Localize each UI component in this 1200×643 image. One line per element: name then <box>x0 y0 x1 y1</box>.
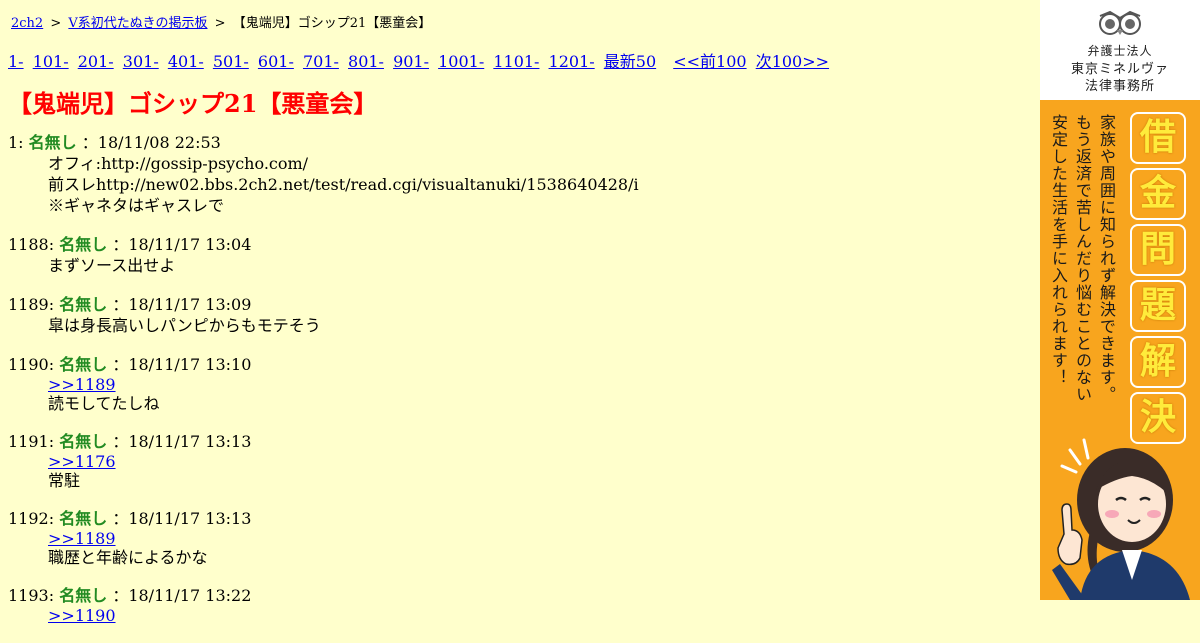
breadcrumb-separator: > <box>214 16 226 31</box>
post-date: ：18/11/17 13:13 <box>112 432 252 451</box>
post-date: ：18/11/17 13:22 <box>112 586 252 605</box>
post-date: ：18/11/17 13:04 <box>112 235 252 254</box>
post-author: 名無し <box>59 432 108 451</box>
post-body: 皐は身長高いしパンピからもモテそう <box>8 315 1028 336</box>
post-text: 皐は身長高いしパンピからもモテそう <box>48 316 321 335</box>
pager-range-link[interactable]: 901- <box>393 52 429 71</box>
ad-headline-char: 問 <box>1130 224 1186 276</box>
post-body: >>1190 <box>8 606 1028 625</box>
owl-logo-icon <box>1098 10 1142 42</box>
post-author: 名無し <box>59 355 108 374</box>
pager-range-link[interactable]: 1101- <box>493 52 539 71</box>
reply-anchor-link[interactable]: >>1189 <box>48 529 116 548</box>
post-number: 1192: <box>8 509 55 528</box>
breadcrumb-board-link[interactable]: V系初代たぬきの掲示板 <box>68 16 207 31</box>
post-text: 常駐 <box>48 471 81 490</box>
post-number: 1188: <box>8 235 55 254</box>
post-body: >>1176 常駐 <box>8 452 1028 490</box>
ad-headline-char: 題 <box>1130 280 1186 332</box>
post-text: 読モしてたしね <box>48 394 160 413</box>
ad-copy-line: 安定した生活を手に入れられます！ <box>1049 114 1068 386</box>
post-header: 1191: 名無し ：18/11/17 13:13 <box>8 431 1028 452</box>
thread-page: 2ch2 > V系初代たぬきの掲示板 > 【鬼端児】ゴシップ21【悪童会】 1-… <box>0 0 1040 630</box>
post-text: 前スレhttp://new02.bbs.2ch2.net/test/read.c… <box>48 175 639 194</box>
post-header: 1188: 名無し ：18/11/17 13:04 <box>8 234 1028 255</box>
post-number: 1191: <box>8 432 55 451</box>
pager-range-link[interactable]: 1201- <box>549 52 595 71</box>
post-header: 1189: 名無し ：18/11/17 13:09 <box>8 294 1028 315</box>
pager-range-link[interactable]: 301- <box>123 52 159 71</box>
pager-range-link[interactable]: 201- <box>78 52 114 71</box>
post-text: まずソース出せよ <box>48 256 176 275</box>
post-number: 1190: <box>8 355 55 374</box>
pager: 1- 101- 201- 301- 401- 501- 601- 701- 80… <box>8 48 833 72</box>
post-header: 1192: 名無し ：18/11/17 13:13 <box>8 508 1028 529</box>
post-body: オフィ:http://gossip-psycho.com/ 前スレhttp://… <box>8 153 1028 216</box>
post-date: ：18/11/17 13:10 <box>112 355 252 374</box>
pager-range-link[interactable]: 1001- <box>438 52 484 71</box>
pager-range-link[interactable]: 601- <box>258 52 294 71</box>
post-body: まずソース出せよ <box>8 255 1028 276</box>
post-author: 名無し <box>28 133 77 152</box>
post: 1: 名無し ：18/11/08 22:53 オフィ:http://gossip… <box>8 132 1028 216</box>
post: 1190: 名無し ：18/11/17 13:10 >>1189 読モしてたしね <box>8 354 1028 413</box>
post-list: 1: 名無し ：18/11/08 22:53 オフィ:http://gossip… <box>8 132 1028 643</box>
post-body: >>1189 読モしてたしね <box>8 375 1028 413</box>
ad-firm-suffix: 法律事務所 <box>1084 79 1155 94</box>
ad-headline-char: 解 <box>1130 336 1186 388</box>
post: 1191: 名無し ：18/11/17 13:13 >>1176 常駐 <box>8 431 1028 490</box>
post-body: >>1189 職歴と年齢によるかな <box>8 529 1028 567</box>
reply-anchor-link[interactable]: >>1176 <box>48 452 116 471</box>
pager-range-link[interactable]: 401- <box>168 52 204 71</box>
post-text: 職歴と年齢によるかな <box>48 548 208 567</box>
post-date: ：18/11/17 13:09 <box>112 295 252 314</box>
post-number: 1193: <box>8 586 55 605</box>
reply-anchor-link[interactable]: >>1190 <box>48 606 116 625</box>
post-author: 名無し <box>59 509 108 528</box>
pager-range-link[interactable]: 1- <box>8 52 24 71</box>
post-header: 1: 名無し ：18/11/08 22:53 <box>8 132 1028 153</box>
pager-next-link[interactable]: 次100>> <box>756 52 829 71</box>
ad-headline: 借 金 問 題 解 決 <box>1130 112 1188 448</box>
post-date: ：18/11/17 13:13 <box>112 509 252 528</box>
post-author: 名無し <box>59 295 108 314</box>
woman-illustration-icon <box>1040 430 1200 600</box>
ad-banner[interactable]: 家族や周囲に知られず解決できます。 もう返済で苦しんだり悩むことのない 安定した… <box>1040 100 1200 600</box>
pager-range-link[interactable]: 801- <box>348 52 384 71</box>
pager-range-link[interactable]: 101- <box>33 52 69 71</box>
post-number: 1: <box>8 133 24 152</box>
post-header: 1190: 名無し ：18/11/17 13:10 <box>8 354 1028 375</box>
ad-copy-line: 家族や周囲に知られず解決できます。 <box>1097 114 1116 403</box>
ad-headline-char: 借 <box>1130 112 1186 164</box>
breadcrumb-home-link[interactable]: 2ch2 <box>11 16 43 31</box>
reply-anchor-link[interactable]: >>1189 <box>48 375 116 394</box>
post: 1193: 名無し ：18/11/17 13:22 >>1190 <box>8 585 1028 625</box>
breadcrumb-separator: > <box>50 16 62 31</box>
post-text: オフィ:http://gossip-psycho.com/ <box>48 154 309 173</box>
ad-firm-header: 弁護士法人 東京ミネルヴァ 法律事務所 <box>1040 0 1200 100</box>
post: 1188: 名無し ：18/11/17 13:04 まずソース出せよ <box>8 234 1028 276</box>
sidebar-ad[interactable]: 弁護士法人 東京ミネルヴァ 法律事務所 家族や周囲に知られず解決できます。 もう… <box>1040 0 1200 600</box>
post: 1189: 名無し ：18/11/17 13:09 皐は身長高いしパンピからもモ… <box>8 294 1028 336</box>
post-author: 名無し <box>59 235 108 254</box>
pager-latest-link[interactable]: 最新50 <box>604 52 656 71</box>
thread-title: 【鬼端児】ゴシップ21【悪童会】 <box>8 89 378 118</box>
ad-copy-line: もう返済で苦しんだり悩むことのない <box>1073 114 1092 403</box>
post-header: 1193: 名無し ：18/11/17 13:22 <box>8 585 1028 606</box>
breadcrumb-current: 【鬼端児】ゴシップ21【悪童会】 <box>232 16 432 31</box>
post-author: 名無し <box>59 586 108 605</box>
post: 1192: 名無し ：18/11/17 13:13 >>1189 職歴と年齢によ… <box>8 508 1028 567</box>
pager-range-link[interactable]: 501- <box>213 52 249 71</box>
ad-headline-char: 金 <box>1130 168 1186 220</box>
post-text: ※ギャネタはギャスレで <box>48 196 225 215</box>
post-date: ：18/11/08 22:53 <box>81 133 221 152</box>
breadcrumb: 2ch2 > V系初代たぬきの掲示板 > 【鬼端児】ゴシップ21【悪童会】 <box>11 12 431 31</box>
post-number: 1189: <box>8 295 55 314</box>
ad-firm-type: 弁護士法人 <box>1087 44 1153 58</box>
pager-prev-link[interactable]: <<前100 <box>673 52 746 71</box>
pager-range-link[interactable]: 701- <box>303 52 339 71</box>
